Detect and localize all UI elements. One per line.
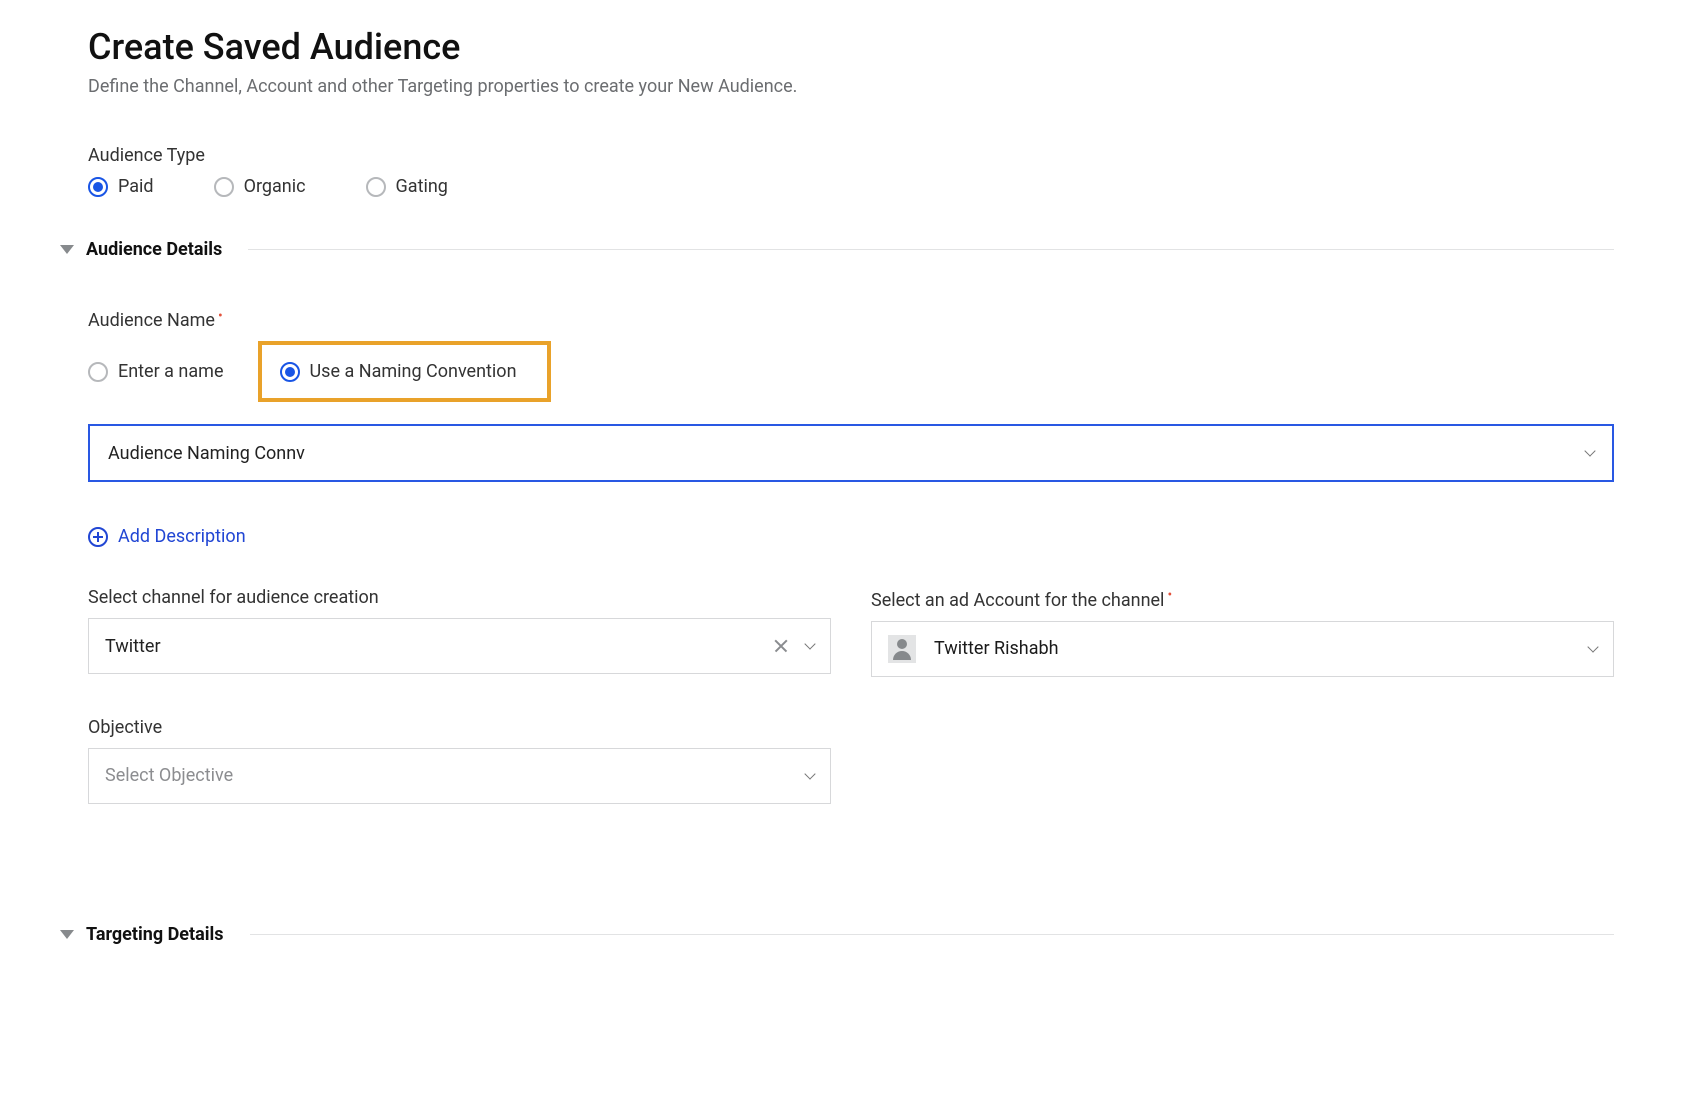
radio-label: Gating <box>396 176 448 197</box>
objective-label: Objective <box>88 717 831 738</box>
ad-account-label: Select an ad Account for the channel <box>871 590 1164 611</box>
page-title: Create Saved Audience <box>88 26 1614 68</box>
audience-type-gating[interactable]: Gating <box>366 176 448 197</box>
radio-icon <box>88 362 108 382</box>
audience-name-label: Audience Name <box>88 310 215 331</box>
chevron-down-icon <box>804 768 815 779</box>
divider <box>250 934 1614 935</box>
radio-label: Use a Naming Convention <box>310 361 517 382</box>
audience-name-convention[interactable]: Use a Naming Convention <box>280 361 517 382</box>
channel-label: Select channel for audience creation <box>88 587 831 608</box>
clear-icon[interactable] <box>774 639 788 653</box>
section-title: Targeting Details <box>86 924 224 945</box>
add-description-button[interactable]: Add Description <box>88 526 246 547</box>
radio-icon <box>366 177 386 197</box>
required-indicator-icon: • <box>218 308 223 324</box>
audience-type-radio-group: Paid Organic Gating <box>88 176 1614 197</box>
add-description-label: Add Description <box>118 526 246 547</box>
select-value: Twitter <box>105 636 161 657</box>
audience-name-enter[interactable]: Enter a name <box>88 361 224 382</box>
section-targeting-details[interactable]: Targeting Details <box>60 924 1614 945</box>
select-value: Audience Naming Connv <box>108 443 305 464</box>
radio-label: Paid <box>118 176 154 197</box>
divider <box>248 249 1614 250</box>
avatar-icon <box>888 635 916 663</box>
page-subtitle: Define the Channel, Account and other Ta… <box>88 76 1614 97</box>
naming-convention-highlight: Use a Naming Convention <box>258 341 551 402</box>
naming-convention-select[interactable]: Audience Naming Connv <box>88 424 1614 482</box>
chevron-down-icon <box>804 639 815 650</box>
audience-type-label: Audience Type <box>88 145 1614 166</box>
channel-select[interactable]: Twitter <box>88 618 831 674</box>
select-value: Twitter Rishabh <box>934 638 1589 659</box>
chevron-down-icon <box>1587 641 1598 652</box>
section-audience-details[interactable]: Audience Details <box>60 239 1614 260</box>
audience-name-radio-group: Enter a name Use a Naming Convention <box>88 341 1614 402</box>
chevron-down-icon <box>1584 446 1595 457</box>
required-indicator-icon: • <box>1167 587 1172 603</box>
plus-circle-icon <box>88 527 108 547</box>
audience-type-paid[interactable]: Paid <box>88 176 154 197</box>
section-title: Audience Details <box>86 239 222 260</box>
radio-icon <box>88 177 108 197</box>
chevron-down-icon <box>60 245 74 254</box>
radio-icon <box>280 362 300 382</box>
objective-select[interactable]: Select Objective <box>88 748 831 804</box>
audience-type-organic[interactable]: Organic <box>214 176 306 197</box>
select-placeholder: Select Objective <box>105 765 233 786</box>
chevron-down-icon <box>60 930 74 939</box>
ad-account-select[interactable]: Twitter Rishabh <box>871 621 1614 677</box>
radio-label: Organic <box>244 176 306 197</box>
radio-icon <box>214 177 234 197</box>
radio-label: Enter a name <box>118 361 224 382</box>
